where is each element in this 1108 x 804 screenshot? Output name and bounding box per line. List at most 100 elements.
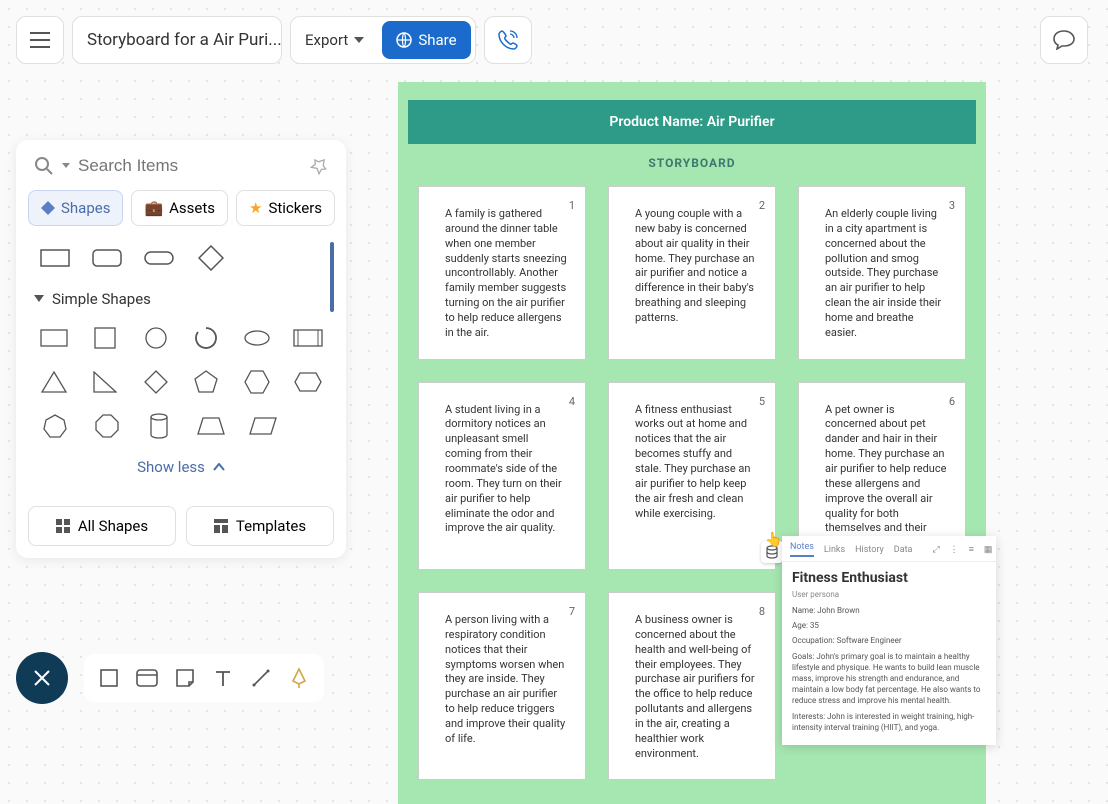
shape-rect-wide[interactable] xyxy=(34,240,76,276)
storyboard-card[interactable]: 8A business owner is concerned about the… xyxy=(608,592,776,780)
pin-icon[interactable] xyxy=(306,153,331,178)
shape-trapezoid[interactable] xyxy=(190,408,232,444)
notes-panel[interactable]: Notes Links History Data ⤢ ⋮ ≡ ▦ Fitness… xyxy=(782,536,996,745)
share-button[interactable]: Share xyxy=(382,21,470,59)
shape-pill[interactable] xyxy=(138,240,180,276)
shape-arc[interactable] xyxy=(186,320,227,356)
show-less-button[interactable]: Show less xyxy=(28,448,334,478)
card-text: A student living in a dormitory notices … xyxy=(445,403,567,537)
notes-tab-notes[interactable]: Notes xyxy=(790,542,814,557)
shape-diamond-outline[interactable] xyxy=(190,240,232,276)
simple-shapes-header[interactable]: Simple Shapes xyxy=(28,280,334,316)
storyboard-card[interactable]: 2A young couple with a new baby is conce… xyxy=(608,186,776,360)
notes-occupation: Occupation: Software Engineer xyxy=(792,635,986,646)
tool-text[interactable] xyxy=(204,659,242,697)
notes-title: Fitness Enthusiast xyxy=(792,570,986,586)
notes-age: Age: 35 xyxy=(792,620,986,631)
shape-pentagon[interactable] xyxy=(186,364,227,400)
document-title[interactable]: Storyboard for a Air Puri... xyxy=(72,16,282,64)
briefcase-icon: 💼 xyxy=(144,199,163,217)
share-label: Share xyxy=(418,31,456,49)
hamburger-menu-button[interactable] xyxy=(16,16,64,64)
card-text: A business owner is concerned about the … xyxy=(635,613,757,761)
search-icon xyxy=(34,156,54,176)
card-text: A young couple with a new baby is concer… xyxy=(635,207,757,326)
tool-strip xyxy=(84,654,324,702)
card-number: 4 xyxy=(569,395,575,408)
template-icon xyxy=(214,519,228,533)
close-icon xyxy=(33,669,51,687)
shape-double-rect[interactable] xyxy=(287,320,328,356)
grid-icon xyxy=(56,519,70,533)
shape-rounded-rect[interactable] xyxy=(86,240,128,276)
diamond-icon xyxy=(41,201,55,215)
layout-icon[interactable]: ▦ xyxy=(984,545,993,555)
storyboard-card[interactable]: 5A fitness enthusiast works out at home … xyxy=(608,382,776,570)
card-text: A pet owner is concerned about pet dande… xyxy=(825,403,947,551)
tool-rectangle[interactable] xyxy=(90,659,128,697)
templates-button[interactable]: Templates xyxy=(186,506,334,546)
search-caret-icon[interactable] xyxy=(62,163,70,169)
card-number: 8 xyxy=(759,605,765,618)
storyboard-card[interactable]: 4A student living in a dormitory notices… xyxy=(418,382,586,570)
shape-right-triangle[interactable] xyxy=(85,364,126,400)
notes-name: Name: John Brown xyxy=(792,605,986,616)
all-shapes-button[interactable]: All Shapes xyxy=(28,506,176,546)
notes-tab-data[interactable]: Data xyxy=(894,545,913,555)
card-text: An elderly couple living in a city apart… xyxy=(825,207,947,341)
tool-pen[interactable] xyxy=(280,659,318,697)
tab-stickers[interactable]: ★ Stickers xyxy=(236,190,335,226)
storyboard-card[interactable]: 3An elderly couple living in a city apar… xyxy=(798,186,966,360)
list-icon[interactable]: ≡ xyxy=(969,544,974,555)
tab-assets[interactable]: 💼 Assets xyxy=(131,190,228,226)
comments-button[interactable] xyxy=(1040,16,1088,64)
shape-diamond-small[interactable] xyxy=(135,364,176,400)
notes-interests: Interests: John is interested in weight … xyxy=(792,711,986,733)
card-number: 2 xyxy=(759,199,765,212)
shape-cylinder[interactable] xyxy=(138,408,180,444)
shape-ellipse[interactable] xyxy=(237,320,278,356)
card-text: A person living with a respiratory condi… xyxy=(445,613,567,747)
phone-icon xyxy=(497,29,519,51)
tool-line[interactable] xyxy=(242,659,280,697)
shapes-scroll-area[interactable]: Simple Shapes Show less xyxy=(28,236,334,478)
notes-tab-links[interactable]: Links xyxy=(824,545,845,555)
notes-goals: Goals: John's primary goal is to maintai… xyxy=(792,651,986,707)
card-text: A family is gathered around the dinner t… xyxy=(445,207,567,341)
call-button[interactable] xyxy=(484,16,532,64)
star-icon: ★ xyxy=(249,199,262,217)
card-number: 1 xyxy=(569,199,575,212)
notes-tab-history[interactable]: History xyxy=(855,545,884,555)
export-label: Export xyxy=(305,31,348,49)
card-number: 5 xyxy=(759,395,765,408)
more-icon[interactable]: ⋮ xyxy=(950,545,959,555)
card-number: 7 xyxy=(569,605,575,618)
card-number: 3 xyxy=(949,199,955,212)
storyboard-card[interactable]: 1A family is gathered around the dinner … xyxy=(418,186,586,360)
close-panel-button[interactable] xyxy=(16,652,68,704)
product-header[interactable]: Product Name: Air Purifier xyxy=(408,100,976,144)
export-button[interactable]: Export xyxy=(291,17,378,63)
tool-sticky-note[interactable] xyxy=(166,659,204,697)
card-text: A fitness enthusiast works out at home a… xyxy=(635,403,757,522)
cursor-indicator: 👆 xyxy=(765,532,782,548)
globe-icon xyxy=(396,32,412,48)
shape-parallelogram[interactable] xyxy=(242,408,284,444)
shape-hexagon[interactable] xyxy=(237,364,278,400)
shape-rect[interactable] xyxy=(34,320,75,356)
comment-icon xyxy=(1053,30,1075,50)
expand-icon[interactable]: ⤢ xyxy=(932,545,939,555)
shape-triangle[interactable] xyxy=(34,364,75,400)
search-input[interactable] xyxy=(78,156,302,176)
shape-octagon[interactable] xyxy=(86,408,128,444)
tool-card[interactable] xyxy=(128,659,166,697)
notes-subtitle: User persona xyxy=(792,590,986,599)
shape-hexagon-wide[interactable] xyxy=(287,364,328,400)
tab-shapes[interactable]: Shapes xyxy=(28,190,123,226)
shape-heptagon[interactable] xyxy=(34,408,76,444)
shape-square[interactable] xyxy=(85,320,126,356)
storyboard-label: STORYBOARD xyxy=(408,156,976,170)
shape-circle[interactable] xyxy=(135,320,176,356)
card-number: 6 xyxy=(949,395,955,408)
storyboard-card[interactable]: 7A person living with a respiratory cond… xyxy=(418,592,586,780)
